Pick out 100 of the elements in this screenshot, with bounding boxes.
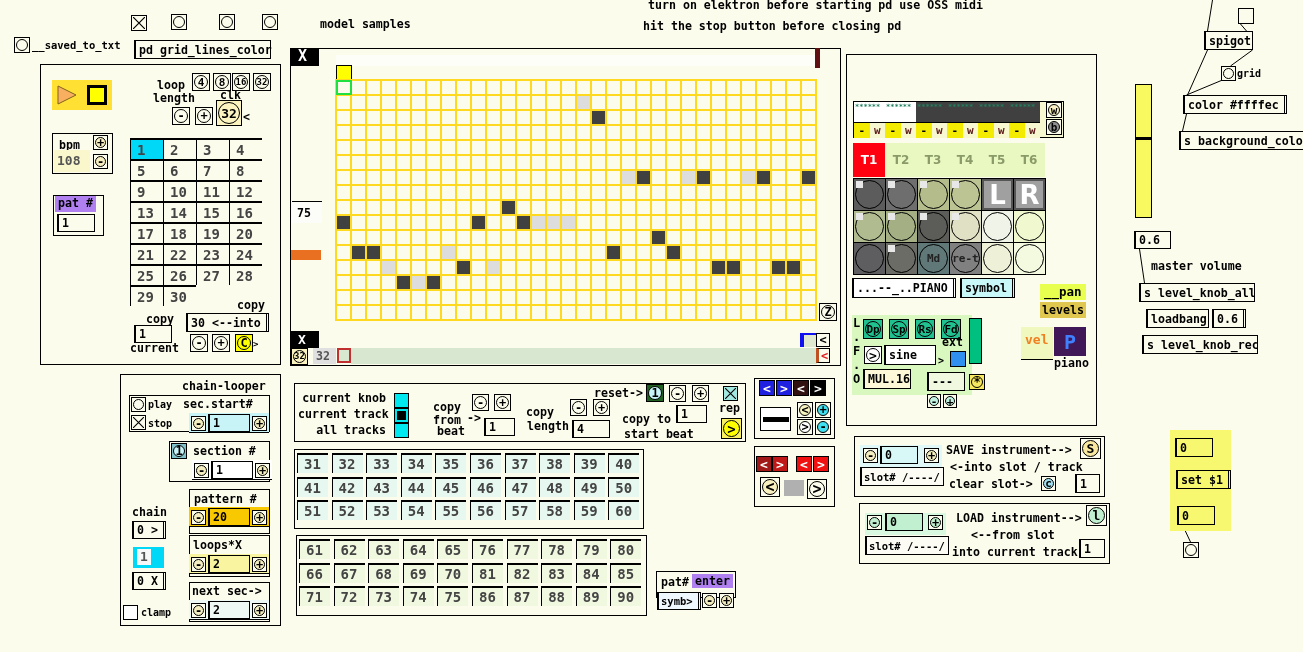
scroll-thumb[interactable] [337, 348, 351, 363]
pattern-button[interactable]: 46 [469, 476, 501, 497]
loop-length-button[interactable]: 16 [232, 73, 250, 91]
pattern-button[interactable]: 63 [368, 539, 400, 559]
mute-button[interactable]: - [916, 122, 932, 138]
decrement-button[interactable]: - [191, 416, 206, 431]
pattern-button[interactable]: 55 [435, 500, 467, 521]
message-box[interactable]: 0 X [132, 572, 166, 590]
step-button[interactable]: - [815, 419, 831, 435]
decrement-button[interactable]: - [190, 334, 208, 352]
number-box[interactable]: 0.6 [1134, 231, 1171, 249]
mode-button[interactable]: w [1046, 102, 1062, 118]
message-box[interactable]: 0.6 [1212, 309, 1246, 328]
track-tab[interactable]: T1 [853, 143, 885, 177]
pattern-button[interactable]: 20 [229, 222, 262, 243]
arrow-button[interactable]: < [756, 456, 772, 472]
pattern-button[interactable]: 66 [299, 562, 330, 583]
message-box[interactable]: 30 <--into [186, 313, 269, 332]
message-box[interactable]: 0 > [132, 521, 166, 539]
pattern-button[interactable]: 80 [610, 539, 642, 559]
number-box[interactable]: 2 [208, 555, 250, 573]
bang-button[interactable] [219, 14, 235, 30]
bang-button[interactable] [131, 397, 146, 412]
star-button[interactable]: * [969, 374, 985, 390]
pattern-button[interactable]: 52 [331, 500, 363, 521]
pattern-button[interactable]: 75 [437, 586, 469, 607]
pattern-button[interactable]: 71 [299, 586, 330, 607]
decrement-button[interactable]: - [867, 515, 882, 530]
arrow-button[interactable]: > [813, 456, 829, 472]
pattern-button[interactable]: 65 [437, 539, 469, 559]
pattern-button[interactable]: 70 [437, 562, 469, 583]
pattern-button[interactable]: 48 [539, 476, 571, 497]
pattern-button[interactable]: 72 [333, 586, 365, 607]
radio-option[interactable] [394, 423, 409, 438]
step-button[interactable]: > [797, 419, 813, 435]
mute-button[interactable]: - [1009, 122, 1025, 138]
knob[interactable] [951, 180, 980, 209]
pattern-button[interactable]: 29 [130, 285, 163, 306]
pattern-button[interactable]: 78 [541, 539, 573, 559]
load-button[interactable]: l [1086, 505, 1107, 526]
pattern-button[interactable]: 16 [229, 201, 262, 222]
decrement-button[interactable]: - [194, 463, 209, 478]
message-box[interactable]: symb> [657, 592, 701, 610]
clock-button[interactable]: 32 [216, 100, 242, 126]
pattern-button[interactable]: 18 [163, 222, 196, 243]
pattern-button[interactable]: 81 [471, 562, 503, 583]
pattern-button[interactable]: 26 [163, 264, 196, 285]
number-box[interactable]: 4 [572, 420, 610, 438]
pattern-button[interactable]: 37 [504, 453, 536, 473]
mode-button[interactable]: b [1046, 119, 1062, 135]
pattern-button[interactable]: 13 [130, 201, 163, 222]
pattern-button[interactable]: 6 [163, 159, 196, 180]
pattern-button[interactable]: 88 [541, 586, 573, 607]
copy-button[interactable]: C [235, 334, 253, 352]
increment-button[interactable]: + [494, 394, 511, 411]
clear-button[interactable]: c [1041, 476, 1056, 491]
go-button[interactable]: > [721, 418, 742, 439]
pattern-button[interactable]: 85 [610, 562, 642, 583]
pattern-button[interactable]: 42 [331, 476, 363, 497]
arrow-button[interactable]: > [776, 380, 792, 396]
increment-button[interactable]: + [252, 416, 267, 431]
bang-button[interactable] [1221, 66, 1236, 81]
pattern-button[interactable]: 32 [331, 453, 363, 473]
knob[interactable] [919, 180, 948, 209]
stop-icon[interactable] [87, 85, 107, 105]
increment-button[interactable]: + [255, 463, 270, 478]
pattern-button[interactable]: 36 [469, 453, 501, 473]
wave-button[interactable]: > [864, 346, 882, 364]
pattern-button[interactable]: 43 [366, 476, 398, 497]
pattern-button[interactable]: 64 [402, 539, 434, 559]
pattern-button[interactable]: 40 [608, 453, 640, 473]
pattern-button[interactable]: 87 [506, 586, 538, 607]
lfo-button[interactable]: Fd [941, 319, 961, 339]
step-button[interactable]: + [815, 402, 831, 418]
multiplier-field[interactable]: MUL.16 [863, 369, 911, 389]
pattern-button[interactable]: 67 [333, 562, 365, 583]
pattern-button[interactable]: 83 [541, 562, 573, 583]
pattern-button[interactable]: 76 [471, 539, 503, 559]
knob[interactable] [1015, 244, 1044, 273]
pattern-button[interactable]: 23 [196, 243, 229, 264]
radio-option[interactable] [394, 393, 409, 408]
knob[interactable] [983, 212, 1012, 241]
pattern-button[interactable]: 79 [575, 539, 607, 559]
steps-button[interactable]: 32 [291, 348, 308, 365]
pattern-button[interactable]: 25 [130, 264, 163, 285]
volume-slider[interactable] [1135, 84, 1152, 218]
pattern-button[interactable]: 19 [196, 222, 229, 243]
lfo-button[interactable]: Dp [863, 319, 883, 339]
number-box[interactable]: 1 [1079, 539, 1105, 558]
pattern-button[interactable]: 12 [229, 180, 262, 201]
pattern-button[interactable]: 89 [575, 586, 607, 607]
pattern-button[interactable]: 57 [504, 500, 536, 521]
pattern-button[interactable]: 51 [297, 500, 328, 521]
decrement-button[interactable]: - [93, 154, 108, 169]
increment-button[interactable]: + [252, 510, 267, 525]
decrement-button[interactable]: - [172, 107, 190, 125]
pattern-button[interactable]: 30 [163, 285, 196, 306]
number-box[interactable]: 1 [208, 414, 250, 432]
pattern-button[interactable]: 50 [608, 476, 640, 497]
pattern-button[interactable]: 14 [163, 201, 196, 222]
